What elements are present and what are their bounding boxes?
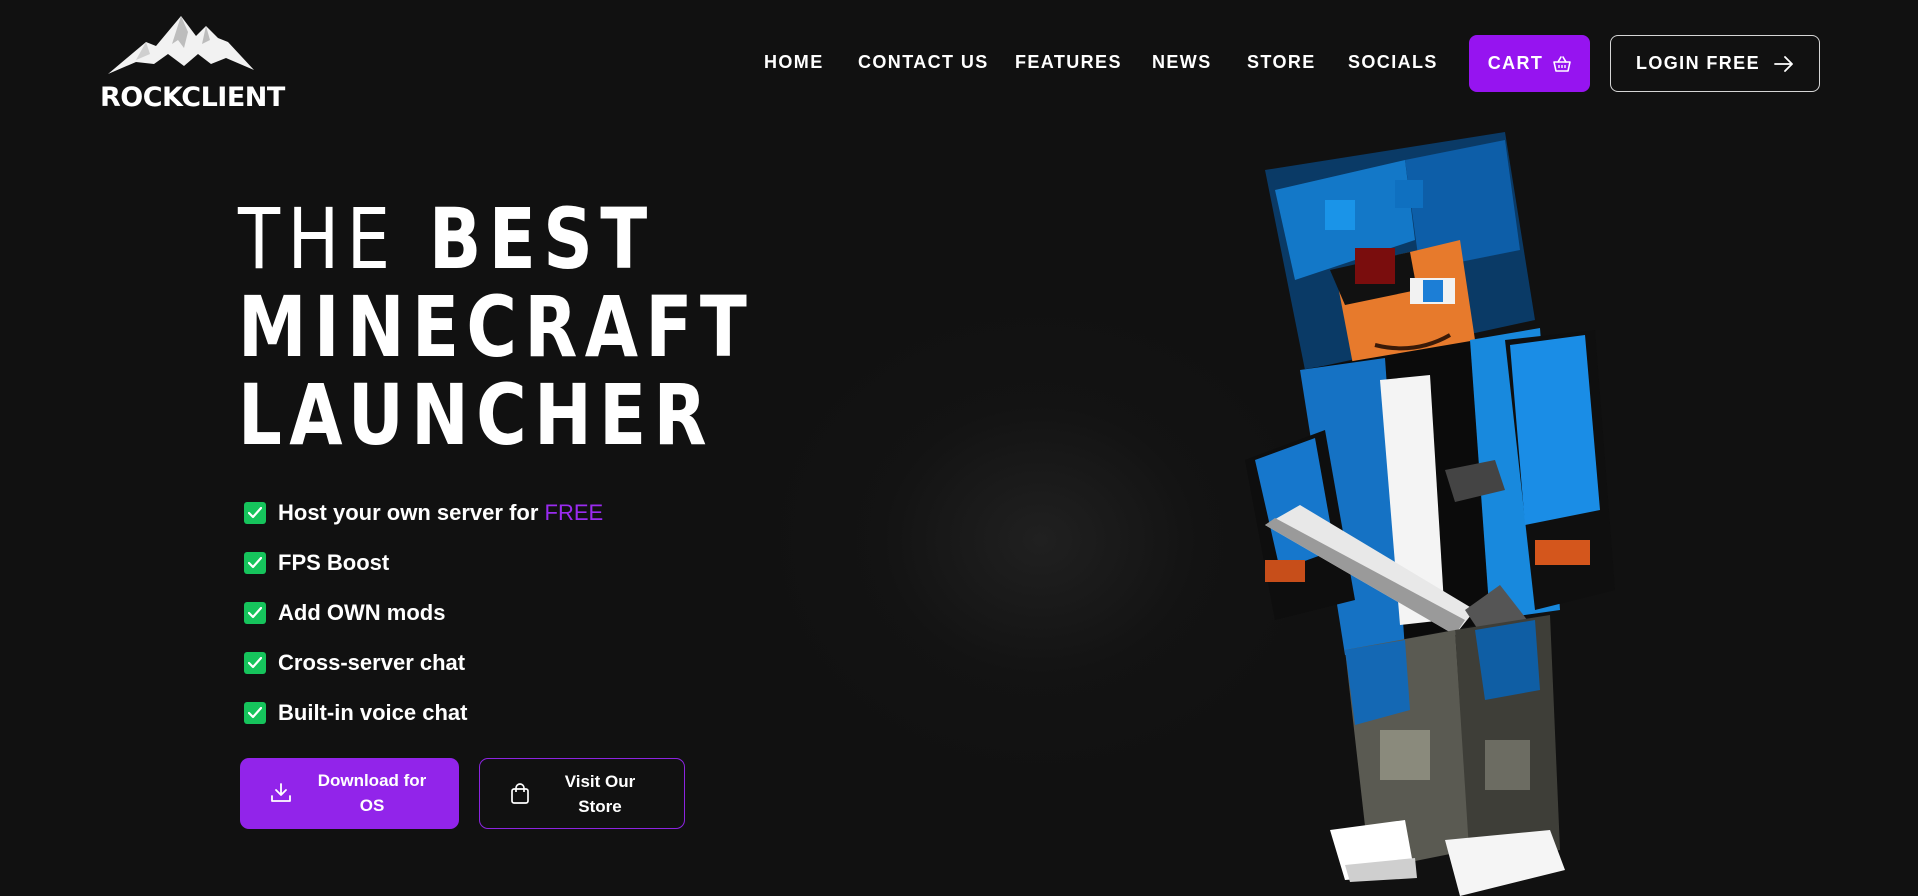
store-label-line-2: Store <box>578 797 622 816</box>
download-button[interactable]: Download for OS <box>240 758 459 829</box>
feature-text-main: Host your own server for <box>278 500 545 525</box>
brand-name: ROCKCLIENT <box>100 82 285 113</box>
nav-news[interactable]: NEWS <box>1152 52 1212 73</box>
download-icon <box>271 783 291 802</box>
visit-store-button[interactable]: Visit Our Store <box>479 758 685 829</box>
hero-title-line-3: LAUNCHER <box>238 366 714 464</box>
nav-home[interactable]: HOME <box>764 52 824 73</box>
download-button-label: Download for OS <box>302 768 442 818</box>
checkbox-checked-icon <box>244 552 266 574</box>
feature-item: Host your own server for FREE <box>244 488 603 538</box>
nav-contact-us[interactable]: CONTACT US <box>858 52 989 73</box>
feature-free-highlight: FREE <box>544 500 604 525</box>
brand-logo[interactable]: ROCKCLIENT <box>100 14 285 114</box>
feature-item: Add OWN mods <box>244 588 603 638</box>
cart-button[interactable]: CART <box>1469 35 1590 92</box>
feature-text: Built-in voice chat <box>278 700 468 725</box>
checkbox-checked-icon <box>244 602 266 624</box>
feature-list: Host your own server for FREE FPS Boost … <box>244 488 603 738</box>
feature-item: FPS Boost <box>244 538 603 588</box>
feature-text: Cross-server chat <box>278 650 466 675</box>
arrow-right-icon <box>1774 55 1793 72</box>
minecraft-character-illustration <box>1245 132 1615 896</box>
checkbox-checked-icon <box>244 652 266 674</box>
feature-item: Built-in voice chat <box>244 688 603 738</box>
shopping-bag-icon <box>511 783 529 804</box>
hero-title-bold-word: BEST <box>428 190 655 288</box>
nav-store[interactable]: STORE <box>1247 52 1316 73</box>
feature-text: FPS Boost <box>278 550 390 575</box>
feature-text: Host your own server for FREE <box>278 500 603 526</box>
hero-title-line-1: THE BEST <box>238 195 754 283</box>
nav-features[interactable]: FEATURES <box>1015 52 1122 73</box>
mountain-icon <box>108 16 254 74</box>
feature-item: Cross-server chat <box>244 638 603 688</box>
store-button-label: Visit Our Store <box>540 769 660 819</box>
login-button-label: LOGIN FREE <box>1635 53 1760 73</box>
hero-title-line-2: MINECRAFT <box>238 278 755 376</box>
store-label-line-1: Visit Our <box>564 772 636 791</box>
download-label-line-2: OS <box>359 796 385 815</box>
hero-title: THE BEST MINECRAFT LAUNCHER <box>238 195 754 459</box>
hero-title-thin-word: THE <box>238 190 398 288</box>
checkbox-checked-icon <box>244 702 266 724</box>
checkbox-checked-icon <box>244 502 266 524</box>
nav-socials[interactable]: SOCIALS <box>1348 52 1438 73</box>
cart-button-label: CART <box>1487 53 1544 73</box>
basket-icon <box>1553 55 1572 72</box>
download-label-line-1: Download for <box>317 771 427 790</box>
login-free-button[interactable]: LOGIN FREE <box>1610 35 1820 92</box>
feature-text: Add OWN mods <box>278 600 446 625</box>
